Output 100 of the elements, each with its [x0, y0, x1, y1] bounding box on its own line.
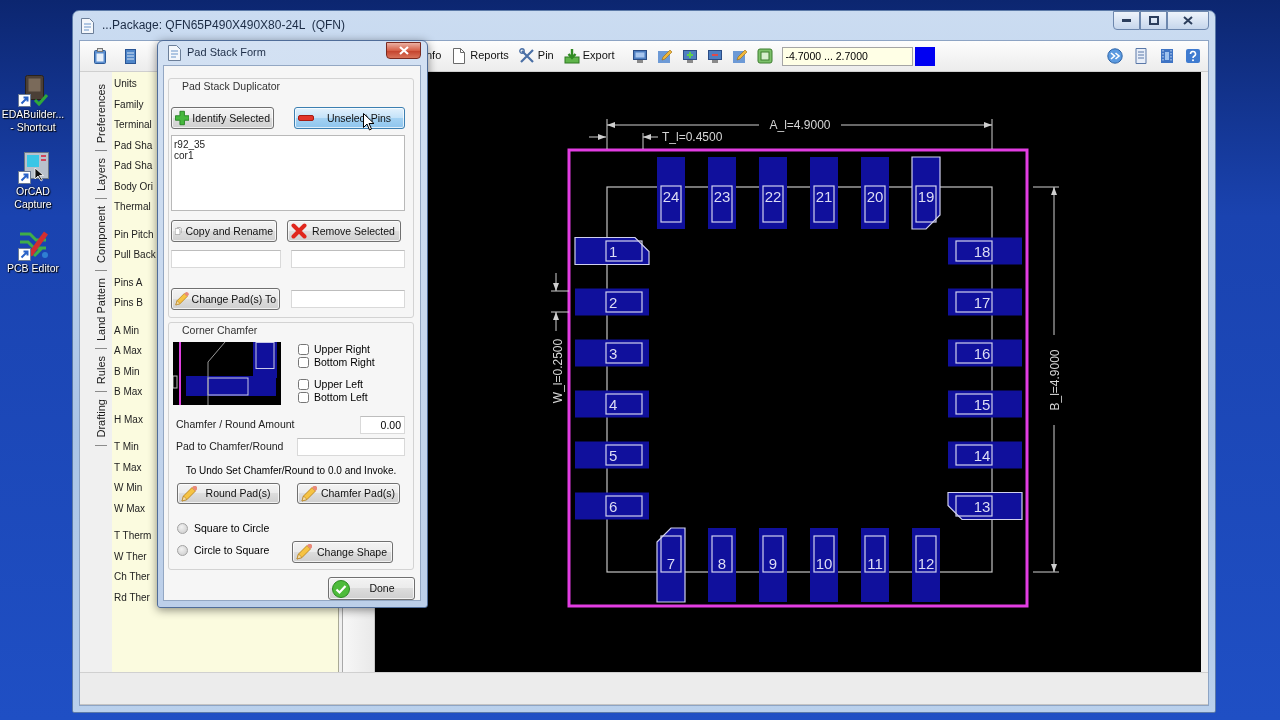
pencil-icon [301, 485, 317, 502]
side-tab[interactable]: Preferences [94, 77, 108, 151]
field-label: Pin Pitch [114, 227, 154, 242]
pad-number: 9 [768, 555, 778, 572]
pad-number: 22 [764, 187, 782, 205]
checkbox[interactable] [298, 344, 309, 355]
change-shape-button[interactable]: Change Shape [292, 541, 393, 563]
grid-icon[interactable] [756, 48, 773, 64]
field-label: Family [114, 97, 144, 112]
minimize-icon [1122, 19, 1131, 22]
change-button[interactable]: Change Pad(s) To [171, 288, 280, 310]
copy-button[interactable]: Copy and Rename [171, 220, 277, 242]
icon-label[interactable]: EDABuilder... - Shortcut [0, 108, 66, 134]
pad-number: 7 [666, 555, 676, 572]
dimension-label: A_l=4.9000 [769, 118, 831, 132]
swatch-icon[interactable] [914, 46, 935, 66]
forward-icon[interactable] [1107, 48, 1123, 64]
dimension-label: B_l=4.9000 [1048, 349, 1062, 411]
monitor-icon[interactable] [706, 48, 723, 64]
input-field[interactable]: 0.00 [360, 415, 405, 434]
maximize-button[interactable] [1140, 11, 1167, 30]
group-title: Pad Stack Duplicator [182, 80, 281, 92]
film-icon[interactable] [1159, 48, 1175, 64]
field-label: W Max [114, 501, 146, 516]
pad-number: 4 [609, 395, 618, 413]
tile-check-icon[interactable] [16, 74, 50, 108]
field-label: H Max [114, 412, 143, 427]
checkbox[interactable] [298, 357, 309, 368]
side-tab[interactable]: Layers [94, 151, 108, 199]
pad-number: 23 [713, 187, 731, 205]
remove-button[interactable]: Remove Selected [287, 220, 401, 242]
field-label: Thermal [114, 200, 151, 214]
round-button[interactable]: Round Pad(s) [177, 483, 280, 504]
input-field[interactable] [291, 290, 405, 308]
pad-number: 1 [609, 242, 618, 260]
dialog-title: Pad Stack Form [187, 46, 266, 60]
checkbox[interactable] [298, 379, 309, 390]
dimension-label: T_l=0.4500 [662, 130, 723, 144]
field-label: T Min [114, 440, 139, 454]
input-field[interactable] [297, 437, 405, 456]
close-button[interactable] [1167, 11, 1209, 30]
range-field[interactable]: -4.7000 ... 2.7000 [781, 46, 913, 66]
pad-number: 19 [917, 187, 935, 205]
minimize-button[interactable] [1113, 11, 1140, 30]
checkbox-label: Bottom Right [314, 356, 375, 369]
edit-icon[interactable] [656, 48, 673, 64]
help-icon[interactable] [1185, 48, 1201, 64]
chamfer-button[interactable]: Chamfer Pad(s) [297, 483, 400, 504]
side-tab[interactable]: Drafting [94, 392, 108, 445]
input-field[interactable] [291, 250, 405, 268]
check-icon [332, 579, 350, 598]
field-label: Pins B [114, 296, 143, 310]
radio-label: Square to Circle [194, 522, 270, 535]
pad-number: 16 [973, 344, 991, 362]
field-label: W Min [114, 481, 143, 495]
pad-number: 17 [973, 293, 991, 311]
side-tab[interactable]: Rules [94, 349, 108, 392]
list-box[interactable]: r92_35 cor1 [171, 135, 405, 211]
identify-button[interactable]: Identify Selected [171, 107, 274, 129]
pad-number: 12 [917, 555, 935, 572]
pencil-icon [181, 485, 197, 502]
input-field[interactable] [171, 250, 281, 268]
radio-button[interactable] [177, 523, 188, 534]
pad-number: 3 [609, 344, 618, 362]
document-icon[interactable] [1133, 48, 1149, 64]
notebook-icon[interactable] [122, 48, 138, 64]
side-tab[interactable]: Land Pattern [94, 271, 108, 349]
field-label: B Max [114, 385, 143, 399]
close-button[interactable] [386, 42, 421, 59]
monitor-icon[interactable] [681, 48, 698, 64]
edit-icon[interactable] [731, 48, 748, 64]
side-tab[interactable]: Component [94, 199, 108, 271]
field-label: T Max [114, 460, 142, 475]
checkbox[interactable] [298, 392, 309, 403]
icon-label[interactable]: OrCAD Capture [0, 185, 66, 211]
done-button[interactable]: Done [328, 577, 415, 600]
toolbar-button[interactable]: Reports [449, 45, 511, 67]
download-icon [563, 48, 580, 64]
radio-button[interactable] [177, 545, 188, 556]
monitor-icon[interactable] [631, 48, 648, 64]
field-label: Units [114, 77, 137, 91]
tools-icon [518, 48, 535, 64]
field-label: Pad Sha [114, 138, 153, 153]
pad-number: 5 [609, 446, 618, 464]
clipboard-icon[interactable] [92, 48, 108, 64]
icon-label[interactable]: PCB Editor [0, 262, 66, 275]
field-label: Ch Ther [114, 570, 150, 584]
minus-icon [298, 115, 314, 121]
chip-icon[interactable] [16, 151, 50, 185]
pad-number: 21 [815, 187, 833, 205]
toolbar-button[interactable]: Export [561, 45, 617, 67]
toolbar-button[interactable]: Pin [516, 45, 556, 67]
field-label: Pins A [114, 275, 143, 290]
maximize-icon [1148, 16, 1159, 25]
pad-number: 15 [973, 395, 991, 413]
dimension-label: W_l=0.2500 [551, 338, 565, 404]
pad-number: 8 [717, 555, 727, 572]
close-icon [1183, 16, 1193, 25]
cross-icon [291, 223, 307, 239]
field-label: W Ther [114, 549, 147, 564]
